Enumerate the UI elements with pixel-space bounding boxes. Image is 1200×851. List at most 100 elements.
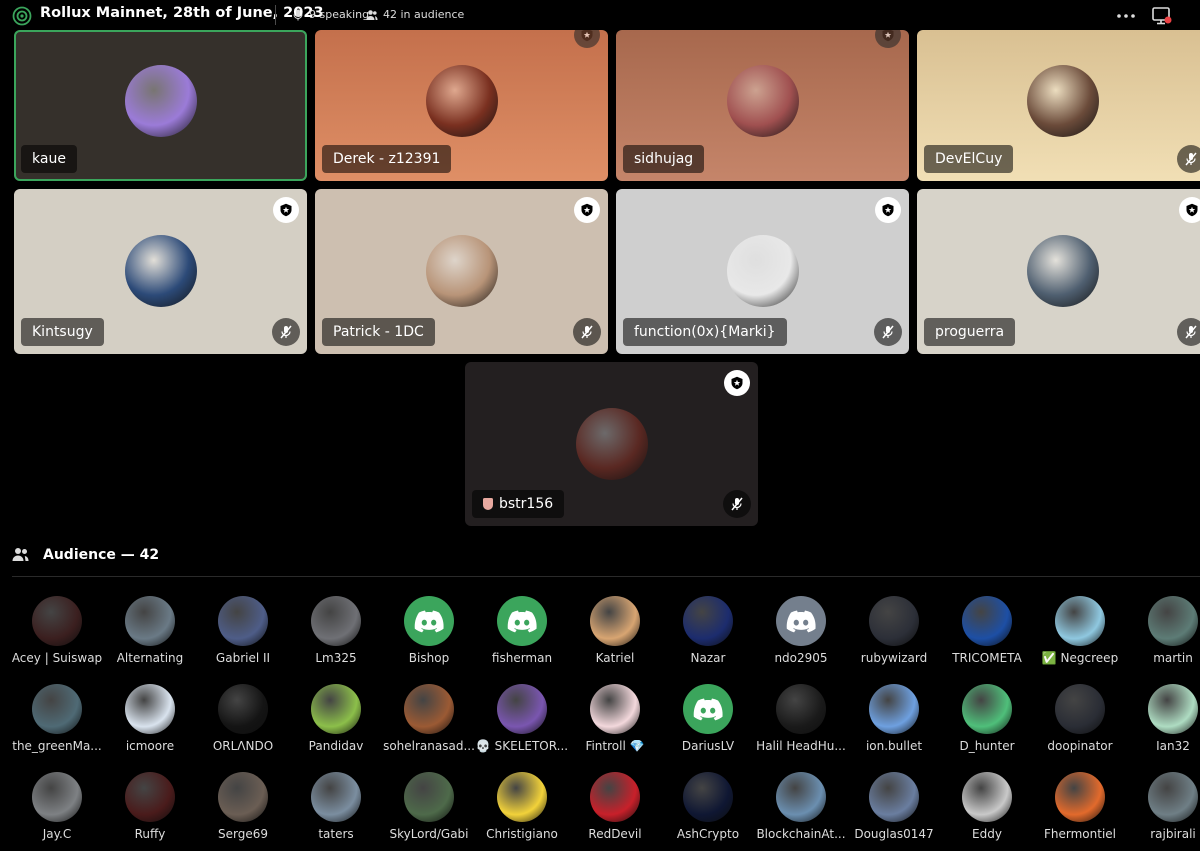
audience-avatar	[125, 596, 175, 646]
muted-mic-icon	[731, 497, 743, 511]
audience-avatar	[1148, 684, 1198, 734]
speaker-name: proguerra	[924, 318, 1016, 346]
microphone-icon	[293, 9, 303, 20]
audience-member[interactable]: Ian32	[1123, 684, 1200, 753]
audience-member[interactable]: 💀 SKELETOR...	[472, 684, 572, 753]
discord-logo-icon	[693, 698, 723, 721]
audience-avatar	[404, 596, 454, 646]
audience-member[interactable]: Serge69	[193, 772, 293, 841]
audience-avatar	[404, 772, 454, 822]
audience-member[interactable]: Christigiano	[472, 772, 572, 841]
audience-member-name: martin	[1153, 651, 1193, 665]
audience-member[interactable]: Douglas0147	[844, 772, 944, 841]
speaker-tile[interactable]: kaue	[14, 30, 307, 181]
audience-member[interactable]: ✅ Negcreep	[1030, 596, 1130, 665]
speaker-tile[interactable]: Patrick - 1DC	[315, 189, 608, 354]
audience-member-name: Bishop	[408, 651, 450, 665]
discord-logo-icon	[786, 610, 816, 633]
audience-member[interactable]: Nazar	[658, 596, 758, 665]
muted-mic-icon	[280, 325, 292, 339]
moderator-badge	[875, 197, 901, 223]
audience-member-name: taters	[318, 827, 354, 841]
audience-member[interactable]: icmoore	[100, 684, 200, 753]
audience-member[interactable]: Bishop	[379, 596, 479, 665]
speaker-tile[interactable]: proguerra	[917, 189, 1200, 354]
audience-member[interactable]: Ruffy	[100, 772, 200, 841]
moderator-badge	[574, 197, 600, 223]
audience-member[interactable]: AshCrypto	[658, 772, 758, 841]
speaker-avatar	[425, 65, 498, 137]
audience-member-name: Fintroll 💎	[585, 739, 645, 753]
audience-member[interactable]: ORLΛNDO	[193, 684, 293, 753]
speaker-tile[interactable]: DevElCuy	[917, 30, 1200, 181]
audience-member[interactable]: Gabriel II	[193, 596, 293, 665]
people-icon	[366, 9, 378, 20]
audience-member-name: icmoore	[125, 739, 175, 753]
audience-member-name: SkyLord/Gabi	[389, 827, 469, 841]
speaker-name: bstr156	[472, 490, 565, 518]
screen-share-button[interactable]	[1150, 4, 1174, 28]
speaker-avatar	[1027, 65, 1099, 137]
muted-indicator	[573, 318, 601, 346]
audience-member-name: Christigiano	[486, 827, 558, 841]
audience-avatar	[1148, 596, 1198, 646]
audience-member[interactable]: rubywizard	[844, 596, 944, 665]
speaker-tile[interactable]: Kintsugy	[14, 189, 307, 354]
audience-member-name: Serge69	[218, 827, 268, 841]
speaker-avatar	[575, 408, 648, 480]
audience-member-name: fisherman	[491, 651, 553, 665]
audience-member-name: Pandidav	[308, 739, 364, 753]
speaker-tile[interactable]: function(0x){Marki}	[616, 189, 909, 354]
audience-member[interactable]: Halil HeadHu...	[751, 684, 851, 753]
audience-avatar	[218, 772, 268, 822]
audience-member[interactable]: doopinator	[1030, 684, 1130, 753]
audience-member[interactable]: taters	[286, 772, 386, 841]
audience-member-name: RedDevil	[588, 827, 642, 841]
audience-member[interactable]: DariusLV	[658, 684, 758, 753]
audience-member[interactable]: Lm325	[286, 596, 386, 665]
audience-member[interactable]: martin	[1123, 596, 1200, 665]
speaker-name-label: Kintsugy	[32, 324, 93, 340]
audience-member[interactable]: Acey | Suiswap	[7, 596, 107, 665]
audience-member[interactable]: fisherman	[472, 596, 572, 665]
audience-avatar	[218, 596, 268, 646]
audience-member[interactable]: Fhermontiel	[1030, 772, 1130, 841]
speaking-count: 9 speaking	[292, 8, 369, 21]
audience-member[interactable]: Fintroll 💎	[565, 684, 665, 753]
audience-member[interactable]: sohelranasad...	[379, 684, 479, 753]
speaker-name: sidhujag	[623, 145, 705, 173]
audience-member[interactable]: Katriel	[565, 596, 665, 665]
moderator-badge	[574, 30, 600, 48]
speaker-name-label: Patrick - 1DC	[333, 324, 424, 340]
audience-avatar	[683, 684, 733, 734]
audience-avatar	[962, 596, 1012, 646]
audience-avatar	[776, 596, 826, 646]
audience-member[interactable]: Eddy	[937, 772, 1037, 841]
audience-avatar	[32, 684, 82, 734]
muted-indicator	[272, 318, 300, 346]
speaker-tile[interactable]: bstr156	[465, 362, 758, 526]
audience-member[interactable]: D_hunter	[937, 684, 1037, 753]
audience-member[interactable]: ndo2905	[751, 596, 851, 665]
audience-member[interactable]: the_greenMa...	[7, 684, 107, 753]
audience-member[interactable]: ion.bullet	[844, 684, 944, 753]
muted-mic-icon	[882, 325, 894, 339]
audience-member[interactable]: Jay.C	[7, 772, 107, 841]
audience-member[interactable]: rajbirali	[1123, 772, 1200, 841]
audience-avatar	[1148, 772, 1198, 822]
audience-member[interactable]: SkyLord/Gabi	[379, 772, 479, 841]
audience-member[interactable]: Alternating	[100, 596, 200, 665]
audience-member-name: Lm325	[315, 651, 357, 665]
audience-avatar	[497, 772, 547, 822]
audience-member[interactable]: TRICOMETA	[937, 596, 1037, 665]
audience-member[interactable]: RedDevil	[565, 772, 665, 841]
speaker-tile[interactable]: sidhujag	[616, 30, 909, 181]
moderator-shield-icon	[280, 203, 292, 217]
speaker-tile[interactable]: Derek - z12391	[315, 30, 608, 181]
audience-member[interactable]: Pandidav	[286, 684, 386, 753]
audience-member-name: rubywizard	[860, 651, 928, 665]
audience-avatar	[683, 596, 733, 646]
audience-member[interactable]: BlockchainAt...	[751, 772, 851, 841]
more-options-button[interactable]	[1114, 4, 1138, 28]
audience-member-name: Katriel	[595, 651, 635, 665]
